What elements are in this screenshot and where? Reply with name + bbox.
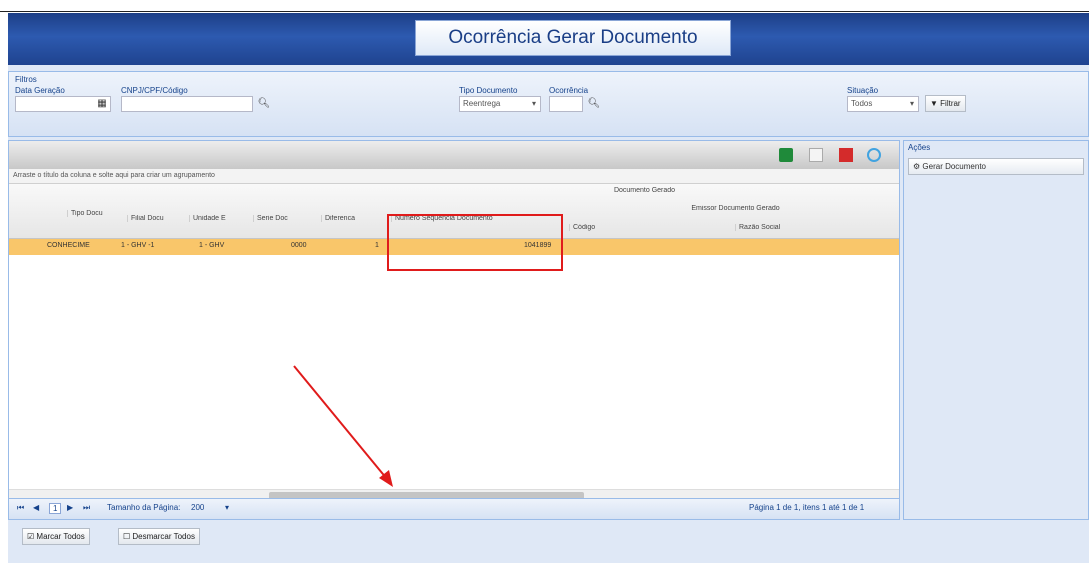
cell-filial: 1 - GHV -1 [121,242,155,249]
flag-icon[interactable] [839,148,853,162]
current-page[interactable]: 1 [49,503,62,514]
actions-panel: Ações ⚙ Gerar Documento [903,140,1089,520]
filters-panel: Filtros Data Geração ▦ CNPJ/CPF/Código 🔍… [8,71,1089,137]
prev-page-icon[interactable]: ◀ [33,503,39,512]
checkbox-checked-icon: ☑ [27,532,35,541]
excel-export-icon[interactable] [779,148,793,162]
filter-icon: ▼ [930,99,938,108]
chevron-down-icon: ▾ [531,99,536,108]
ocorrencia-label: Ocorrência [549,86,589,95]
top-border [0,0,1089,12]
chevron-down-icon: ▾ [909,99,914,108]
bottom-bar: ☑ Marcar Todos ☐ Desmarcar Todos [8,523,900,550]
cell-unidade: 1 - GHV [199,242,225,249]
gears-icon: ⚙ [913,162,921,171]
generate-document-button[interactable]: ⚙ Gerar Documento [908,158,1084,175]
generate-document-label: Gerar Documento [922,162,986,171]
column-header-tipo[interactable]: Tipo Docu [67,210,123,217]
refresh-icon[interactable] [867,148,881,162]
column-header-unidade[interactable]: Unidade E [189,215,249,222]
filters-title: Filtros [15,75,37,84]
cell-serie: 0000 [291,242,307,249]
grid-toolbar [9,141,899,169]
title-bar: Ocorrência Gerar Documento [8,13,1089,65]
filter-button[interactable]: ▼ Filtrar [925,95,966,112]
pager-bar: ⏮ ◀ 1 ▶ ⏭ Tamanho da Página: 200 ▾ Págin… [8,498,900,520]
cell-tipo: CONHECIME [47,242,90,249]
column-header-serie[interactable]: Serie Doc [253,215,317,222]
page-summary: Página 1 de 1, itens 1 até 1 de 1 [749,503,865,512]
situacao-label: Situação [847,86,879,95]
unmark-all-button[interactable]: ☐ Desmarcar Todos [118,528,200,545]
mark-all-button[interactable]: ☑ Marcar Todos [22,528,90,545]
cnpj-input[interactable] [121,96,253,112]
column-header-razao-social[interactable]: Razão Social [735,224,895,231]
situacao-select[interactable]: Todos ▾ [847,96,919,112]
actions-title: Ações [908,143,931,152]
group-header-emissor: Emissor Documento Gerado [691,205,780,212]
calendar-icon[interactable]: ▦ [95,97,109,111]
mark-all-label: Marcar Todos [36,532,85,541]
ocorrencia-input[interactable] [549,96,583,112]
unmark-all-label: Desmarcar Todos [132,532,195,541]
app-window: Ocorrência Gerar Documento Filtros Data … [8,13,1089,563]
column-header-codigo[interactable]: Código [569,224,729,231]
group-drop-area[interactable]: Arraste o título da coluna e solte aqui … [9,169,899,184]
pdf-export-icon[interactable] [809,148,823,162]
tipo-documento-label: Tipo Documento [459,86,518,95]
last-page-icon[interactable]: ⏭ [83,503,90,513]
column-header-diferenca[interactable]: Diferenca [321,215,383,222]
cell-diferenca: 1 [375,242,379,249]
search-icon[interactable]: 🔍︎ [257,97,271,111]
column-header-filial[interactable]: Filial Docu [127,215,185,222]
cnpj-label: CNPJ/CPF/Código [121,86,188,95]
grid-panel: Arraste o título da coluna e solte aqui … [8,140,900,520]
search-icon-ocorrencia[interactable]: 🔍︎ [587,97,601,111]
checkbox-empty-icon: ☐ [123,532,131,541]
situacao-value: Todos [851,99,873,108]
filter-button-label: Filtrar [940,99,961,108]
highlight-box [387,214,563,271]
page-title: Ocorrência Gerar Documento [415,20,731,56]
annotation-arrow [293,365,393,487]
next-page-icon[interactable]: ▶ [67,503,73,512]
page-size-value[interactable]: 200 [191,503,204,512]
chevron-down-icon[interactable]: ▾ [225,503,229,512]
tipo-documento-select[interactable]: Reentrega ▾ [459,96,541,112]
page-size-label: Tamanho da Página: [107,503,181,512]
data-geracao-label: Data Geração [15,86,65,95]
group-header-documento: Documento Gerado [613,187,676,194]
tipo-documento-value: Reentrega [463,99,501,108]
first-page-icon[interactable]: ⏮ [17,503,24,513]
